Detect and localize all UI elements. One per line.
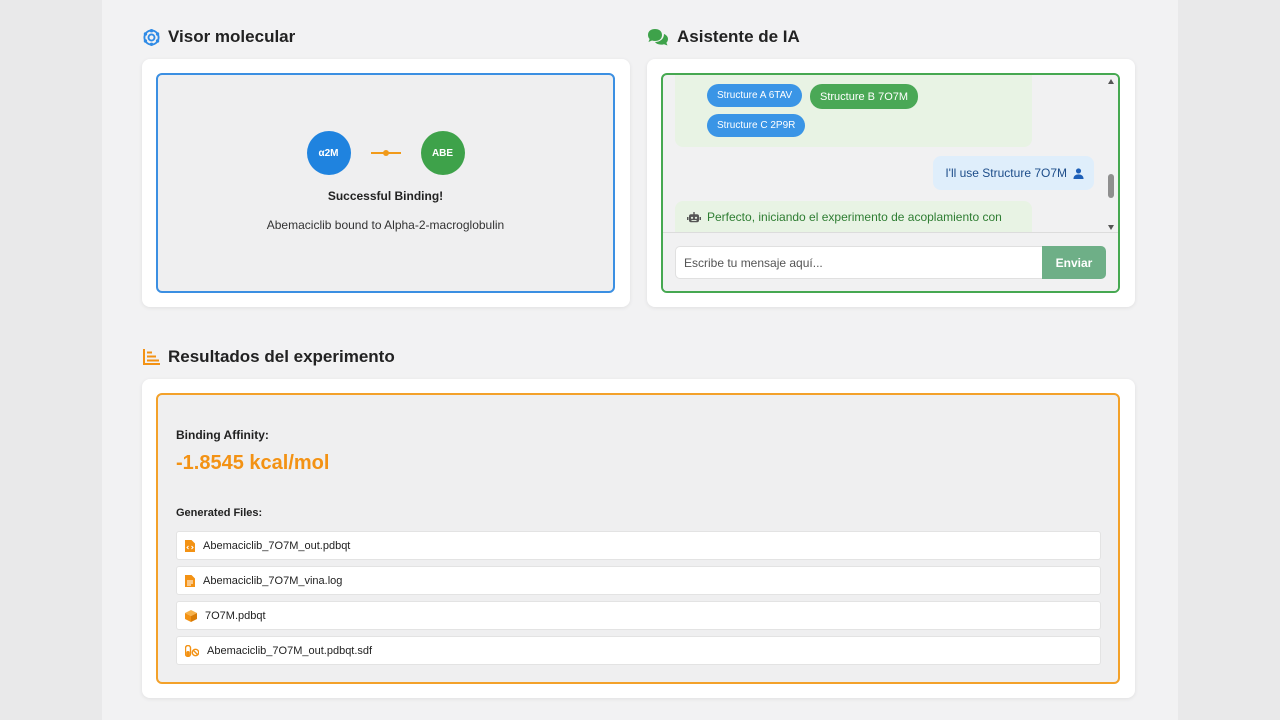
robot-icon — [687, 208, 701, 227]
scroll-down-arrow-icon[interactable] — [1108, 225, 1114, 230]
viewer-title: Visor molecular — [168, 27, 296, 46]
bot-message: Perfecto, iniciando el experimento de ac… — [675, 201, 1032, 232]
file-name: Abemaciclib_7O7M_vina.log — [203, 574, 343, 587]
chat-bubbles-icon — [647, 28, 669, 46]
results-card: Binding Affinity: -1.8545 kcal/mol Gener… — [142, 379, 1135, 698]
file-name: Abemaciclib_7O7M_out.pdbqt — [203, 539, 351, 552]
assistant-title: Asistente de IA — [677, 27, 800, 46]
page: Visor molecular α2M ABE Successful Bindi… — [102, 0, 1178, 720]
molecule-a[interactable]: α2M — [306, 131, 351, 175]
send-button[interactable]: Enviar — [1042, 246, 1106, 279]
structure-options-bubble: Structure A 6TAV Structure B 7O7M Struct… — [675, 75, 1032, 147]
file-item[interactable]: Abemaciclib_7O7M_out.pdbqt — [176, 531, 1101, 560]
file-name: Abemaciclib_7O7M_out.pdbqt.sdf — [207, 644, 373, 657]
binding-description: Abemaciclib bound to Alpha-2-macroglobul… — [266, 218, 505, 232]
results-title: Resultados del experimento — [168, 347, 395, 366]
assistant-card: Structure A 6TAV Structure B 7O7M Struct… — [647, 59, 1135, 307]
structure-chip-a[interactable]: Structure A 6TAV — [707, 84, 803, 107]
affinity-value: -1.8545 kcal/mol — [176, 452, 330, 474]
molecule-viewer[interactable]: α2M ABE Successful Binding! Abemaciclib … — [156, 73, 615, 293]
file-code-icon — [185, 539, 195, 552]
user-message-text: I'll use Structure 7O7M — [945, 166, 1067, 180]
file-item[interactable]: 7O7M.pdbqt — [176, 601, 1101, 630]
cube-icon — [185, 609, 197, 622]
assistant-heading: Asistente de IA — [647, 27, 800, 47]
user-icon — [1073, 167, 1084, 179]
results-heading: Resultados del experimento — [143, 347, 395, 367]
viewer-heading: Visor molecular — [143, 27, 295, 47]
pills-icon — [185, 644, 199, 657]
bot-message-row: Perfecto, iniciando el experimento de ac… — [687, 208, 1002, 227]
molecule-pair: α2M ABE — [158, 131, 613, 175]
file-item[interactable]: Abemaciclib_7O7M_vina.log — [176, 566, 1101, 595]
binding-bond — [370, 150, 401, 156]
chat-messages[interactable]: Structure A 6TAV Structure B 7O7M Struct… — [663, 75, 1104, 232]
structure-chip-c[interactable]: Structure C 2P9R — [707, 114, 806, 137]
chat-input-row: Enviar — [663, 232, 1118, 291]
message-input[interactable] — [675, 246, 1042, 279]
viewer-card: α2M ABE Successful Binding! Abemaciclib … — [142, 59, 630, 307]
user-message: I'll use Structure 7O7M — [933, 156, 1094, 190]
file-name: 7O7M.pdbqt — [205, 609, 266, 622]
structure-chip-b[interactable]: Structure B 7O7M — [810, 84, 919, 109]
scroll-thumb[interactable] — [1108, 174, 1114, 198]
results-panel: Binding Affinity: -1.8545 kcal/mol Gener… — [156, 393, 1120, 684]
molecule-b[interactable]: ABE — [420, 131, 465, 175]
binding-status: Successful Binding! — [327, 189, 444, 203]
file-item[interactable]: Abemaciclib_7O7M_out.pdbqt.sdf — [176, 636, 1101, 665]
atom-icon — [143, 28, 160, 46]
chat-scrollbar[interactable] — [1104, 75, 1118, 232]
affinity-label: Binding Affinity: — [176, 428, 269, 442]
file-text-icon — [185, 574, 195, 587]
bot-message-text: Perfecto, iniciando el experimento de ac… — [707, 210, 1002, 224]
scroll-up-arrow-icon[interactable] — [1108, 79, 1114, 84]
chart-bar-icon — [143, 349, 160, 365]
files-label: Generated Files: — [176, 507, 263, 519]
chat-panel: Structure A 6TAV Structure B 7O7M Struct… — [661, 73, 1120, 293]
